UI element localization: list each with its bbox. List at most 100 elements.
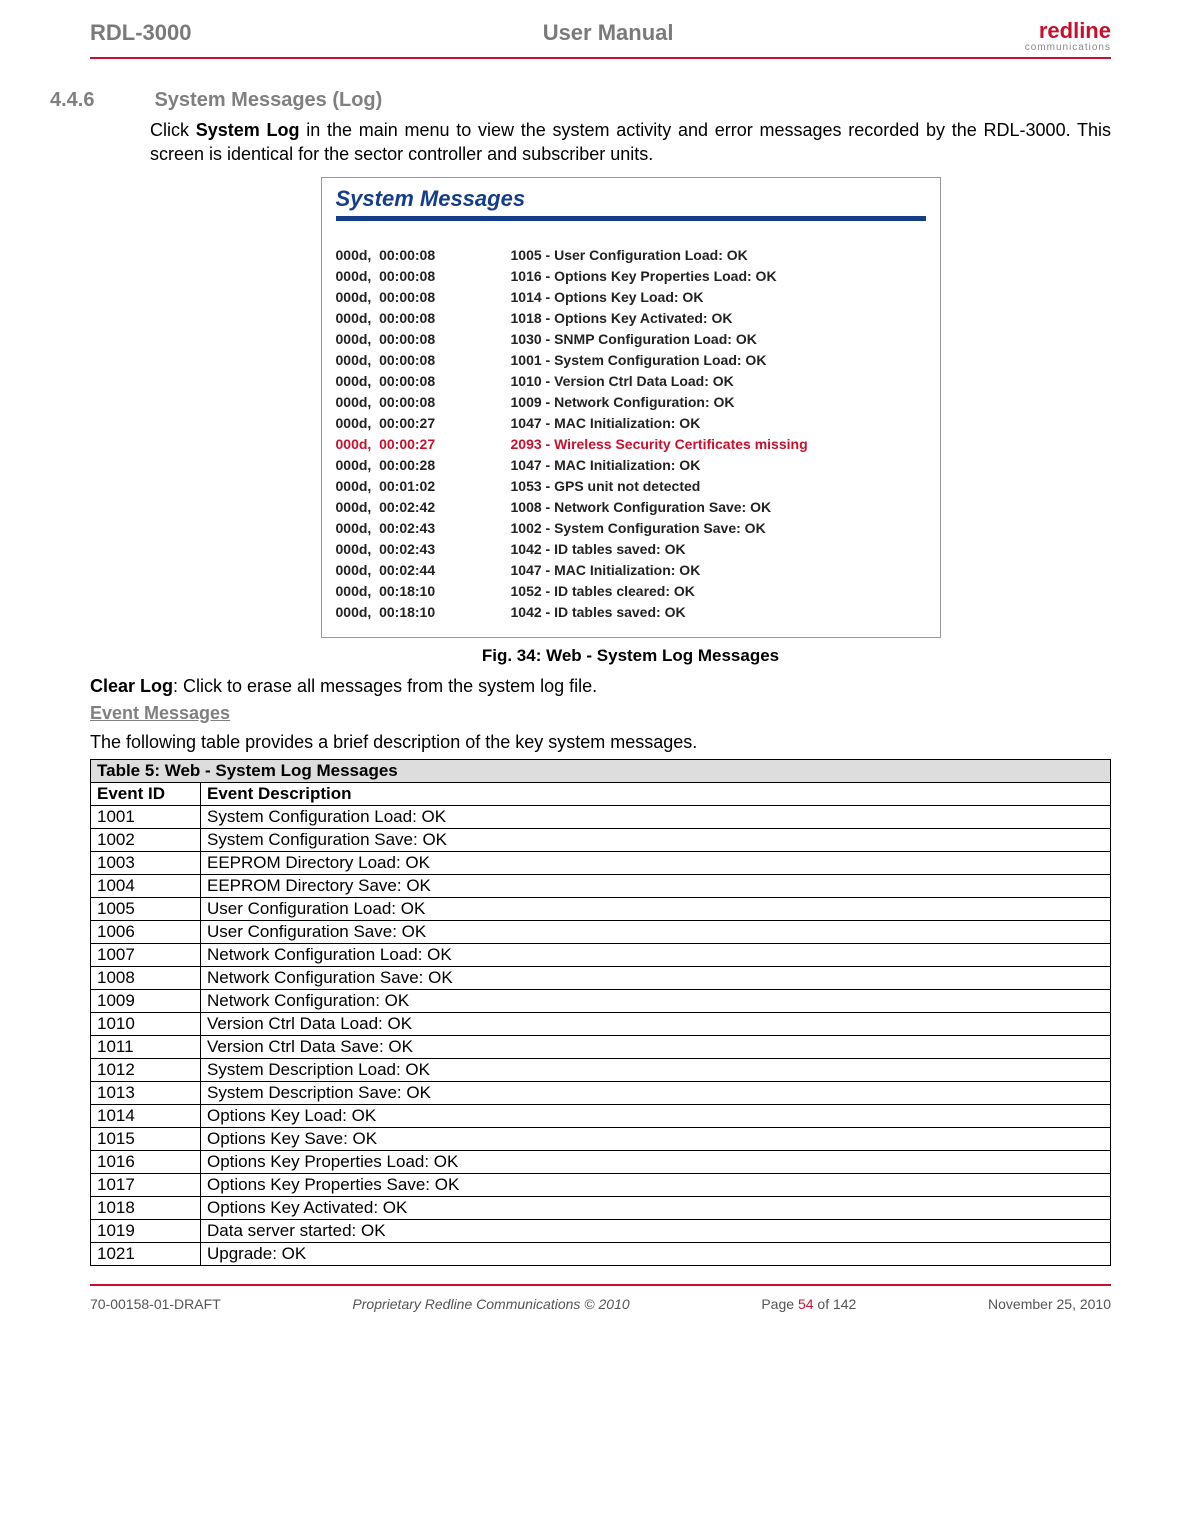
table-row: 1005User Configuration Load: OK [91,897,1111,920]
screenshot-container: System Messages 000d, 00:00:081005 - Use… [150,177,1111,638]
log-row: 000d, 00:02:431042 - ID tables saved: OK [336,539,926,560]
table-row: 1001System Configuration Load: OK [91,805,1111,828]
event-desc-cell: Data server started: OK [201,1219,1111,1242]
log-row: 000d, 00:01:021053 - GPS unit not detect… [336,476,926,497]
log-message: 1042 - ID tables saved: OK [511,602,926,623]
event-id-cell: 1017 [91,1173,201,1196]
table-row: 1014Options Key Load: OK [91,1104,1111,1127]
event-id-cell: 1007 [91,943,201,966]
table-row: 1017Options Key Properties Save: OK [91,1173,1111,1196]
log-time: 000d, 00:18:10 [336,602,511,623]
log-message: 1001 - System Configuration Load: OK [511,350,926,371]
log-row: 000d, 00:00:081009 - Network Configurati… [336,392,926,413]
event-id-cell: 1010 [91,1012,201,1035]
log-time: 000d, 00:00:08 [336,287,511,308]
table-row: 1007Network Configuration Load: OK [91,943,1111,966]
event-desc-cell: User Configuration Save: OK [201,920,1111,943]
table-row: 1018Options Key Activated: OK [91,1196,1111,1219]
table-row: 1015Options Key Save: OK [91,1127,1111,1150]
event-desc-cell: Version Ctrl Data Save: OK [201,1035,1111,1058]
header-title: User Manual [543,20,674,46]
section-title: System Messages (Log) [154,89,382,112]
log-message: 2093 - Wireless Security Certificates mi… [511,434,926,455]
event-desc-cell: Options Key Load: OK [201,1104,1111,1127]
table-row: 1003EEPROM Directory Load: OK [91,851,1111,874]
event-id-cell: 1019 [91,1219,201,1242]
page-footer: 70-00158-01-DRAFT Proprietary Redline Co… [90,1284,1111,1312]
event-desc-cell: Upgrade: OK [201,1242,1111,1265]
footer-doc-id: 70-00158-01-DRAFT [90,1296,221,1312]
figure-caption: Fig. 34: Web - System Log Messages [150,646,1111,666]
log-time: 000d, 00:00:08 [336,308,511,329]
footer-date: November 25, 2010 [988,1296,1111,1312]
log-row: 000d, 00:02:421008 - Network Configurati… [336,497,926,518]
table-row: 1008Network Configuration Save: OK [91,966,1111,989]
event-desc-cell: EEPROM Directory Load: OK [201,851,1111,874]
log-message: 1052 - ID tables cleared: OK [511,581,926,602]
event-id-cell: 1014 [91,1104,201,1127]
col-header-event-desc: Event Description [201,782,1111,805]
log-time: 000d, 00:01:02 [336,476,511,497]
col-header-event-id: Event ID [91,782,201,805]
log-row: 000d, 00:00:271047 - MAC Initialization:… [336,413,926,434]
log-message: 1047 - MAC Initialization: OK [511,413,926,434]
log-row: 000d, 00:00:081030 - SNMP Configuration … [336,329,926,350]
clear-log-label: Clear Log [90,676,173,696]
event-id-cell: 1015 [91,1127,201,1150]
event-desc-cell: System Configuration Load: OK [201,805,1111,828]
event-id-cell: 1011 [91,1035,201,1058]
event-id-cell: 1013 [91,1081,201,1104]
event-desc-cell: Network Configuration Load: OK [201,943,1111,966]
event-id-cell: 1002 [91,828,201,851]
log-message: 1010 - Version Ctrl Data Load: OK [511,371,926,392]
log-time: 000d, 00:18:10 [336,581,511,602]
event-id-cell: 1006 [91,920,201,943]
log-time: 000d, 00:02:44 [336,560,511,581]
log-time: 000d, 00:02:42 [336,497,511,518]
table-row: 1019Data server started: OK [91,1219,1111,1242]
event-table: Table 5: Web - System Log Messages Event… [90,759,1111,1266]
event-desc-cell: Options Key Activated: OK [201,1196,1111,1219]
footer-page-prefix: Page [761,1296,798,1312]
table-header-row: Event ID Event Description [91,782,1111,805]
log-message: 1008 - Network Configuration Save: OK [511,497,926,518]
clear-log-paragraph: Clear Log: Click to erase all messages f… [90,676,1111,697]
log-row: 000d, 00:02:441047 - MAC Initialization:… [336,560,926,581]
table-row: 1009Network Configuration: OK [91,989,1111,1012]
brand-logo: redline communications [1025,20,1111,53]
footer-copyright: Proprietary Redline Communications © 201… [352,1296,629,1312]
intro-prefix: Click [150,120,196,140]
log-time: 000d, 00:00:08 [336,266,511,287]
log-time: 000d, 00:00:08 [336,392,511,413]
log-time: 000d, 00:00:08 [336,245,511,266]
log-row: 000d, 00:00:081014 - Options Key Load: O… [336,287,926,308]
screenshot-title: System Messages [336,186,926,212]
table-row: 1006User Configuration Save: OK [91,920,1111,943]
event-desc-cell: Options Key Save: OK [201,1127,1111,1150]
table-row: 1002System Configuration Save: OK [91,828,1111,851]
logo-subtext: communications [1025,42,1111,53]
log-row: 000d, 00:00:272093 - Wireless Security C… [336,434,926,455]
footer-page-suffix: of 142 [814,1296,857,1312]
table-row: 1016Options Key Properties Load: OK [91,1150,1111,1173]
log-row: 000d, 00:18:101052 - ID tables cleared: … [336,581,926,602]
table-row: 1004EEPROM Directory Save: OK [91,874,1111,897]
log-row: 000d, 00:00:081001 - System Configuratio… [336,350,926,371]
log-message: 1009 - Network Configuration: OK [511,392,926,413]
log-message: 1047 - MAC Initialization: OK [511,560,926,581]
event-messages-heading: Event Messages [90,703,1111,724]
event-desc-cell: Network Configuration Save: OK [201,966,1111,989]
event-id-cell: 1012 [91,1058,201,1081]
event-desc-cell: User Configuration Load: OK [201,897,1111,920]
log-time: 000d, 00:02:43 [336,539,511,560]
event-intro-paragraph: The following table provides a brief des… [90,732,1111,753]
log-row: 000d, 00:00:081005 - User Configuration … [336,245,926,266]
event-id-cell: 1003 [91,851,201,874]
event-desc-cell: System Description Save: OK [201,1081,1111,1104]
log-time: 000d, 00:02:43 [336,518,511,539]
event-desc-cell: Options Key Properties Load: OK [201,1150,1111,1173]
header-product: RDL-3000 [90,20,191,46]
event-desc-cell: EEPROM Directory Save: OK [201,874,1111,897]
event-desc-cell: Network Configuration: OK [201,989,1111,1012]
logo-text: redline [1025,20,1111,42]
